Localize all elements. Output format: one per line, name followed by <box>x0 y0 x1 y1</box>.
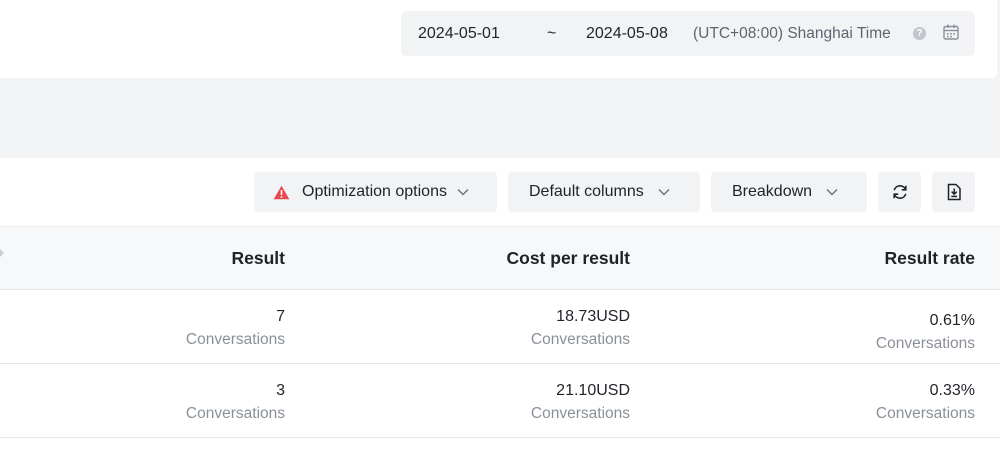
rate-value: 0.61% <box>929 312 975 329</box>
result-cell: 3 Conversations <box>186 381 285 424</box>
header-card: 2024-05-01 ~ 2024-05-08 (UTC+08:00) Shan… <box>0 0 997 78</box>
table-row: 3 Conversations 21.10USD Conversations 0… <box>0 364 1000 438</box>
result-cell: 7 Conversations <box>186 307 285 350</box>
column-header-cost-per-result[interactable]: Cost per result <box>507 248 631 269</box>
table-row: 7 Conversations 18.73USD Conversations 0… <box>0 290 1000 364</box>
rate-unit: Conversations <box>875 405 975 422</box>
question-circle-icon[interactable]: ? <box>913 27 926 40</box>
calendar-icon[interactable] <box>942 23 960 41</box>
export-icon <box>947 183 961 201</box>
cost-value: 21.10USD <box>556 382 630 399</box>
date-separator: ~ <box>547 24 557 42</box>
chevron-down-icon <box>457 189 469 196</box>
optimization-options-button[interactable]: Optimization options <box>254 172 497 212</box>
result-value: 7 <box>276 308 285 325</box>
default-columns-button[interactable]: Default columns <box>508 172 700 212</box>
cost-value: 18.73USD <box>556 308 630 325</box>
rate-unit: Conversations <box>875 335 975 352</box>
warning-triangle-icon <box>273 185 290 199</box>
column-header-result-rate[interactable]: Result rate <box>885 248 975 269</box>
table-toolbar: Optimization options Default columns Bre… <box>0 158 1000 226</box>
end-date[interactable]: 2024-05-08 <box>586 25 668 43</box>
chevron-down-icon <box>826 189 838 196</box>
chevron-down-icon <box>658 189 670 196</box>
cost-per-result-cell: 18.73USD Conversations <box>531 307 630 350</box>
result-rate-cell: 0.33% Conversations <box>876 381 975 424</box>
result-value: 3 <box>276 382 285 399</box>
table-header: Result Cost per result Result rate <box>0 226 1000 290</box>
optimization-options-label: Optimization options <box>302 183 447 200</box>
export-button[interactable] <box>932 172 975 212</box>
default-columns-label: Default columns <box>529 183 644 200</box>
result-unit: Conversations <box>185 405 285 422</box>
breakdown-label: Breakdown <box>732 183 813 200</box>
refresh-icon <box>892 185 907 199</box>
cost-per-result-cell: 21.10USD Conversations <box>531 381 630 424</box>
column-resize-handle-icon[interactable] <box>0 249 4 257</box>
start-date[interactable]: 2024-05-01 <box>418 25 500 43</box>
result-unit: Conversations <box>185 331 285 348</box>
cost-unit: Conversations <box>530 331 630 348</box>
rate-value: 0.33% <box>929 382 975 399</box>
date-range-picker[interactable]: 2024-05-01 ~ 2024-05-08 (UTC+08:00) Shan… <box>401 11 975 56</box>
data-table-card: Optimization options Default columns Bre… <box>0 158 1000 451</box>
refresh-button[interactable] <box>878 172 921 212</box>
timezone-label: (UTC+08:00) Shanghai Time <box>693 24 891 42</box>
breakdown-button[interactable]: Breakdown <box>711 172 867 212</box>
result-rate-cell: 0.61% Conversations <box>876 307 975 354</box>
column-header-result[interactable]: Result <box>232 248 285 269</box>
cost-unit: Conversations <box>530 405 630 422</box>
